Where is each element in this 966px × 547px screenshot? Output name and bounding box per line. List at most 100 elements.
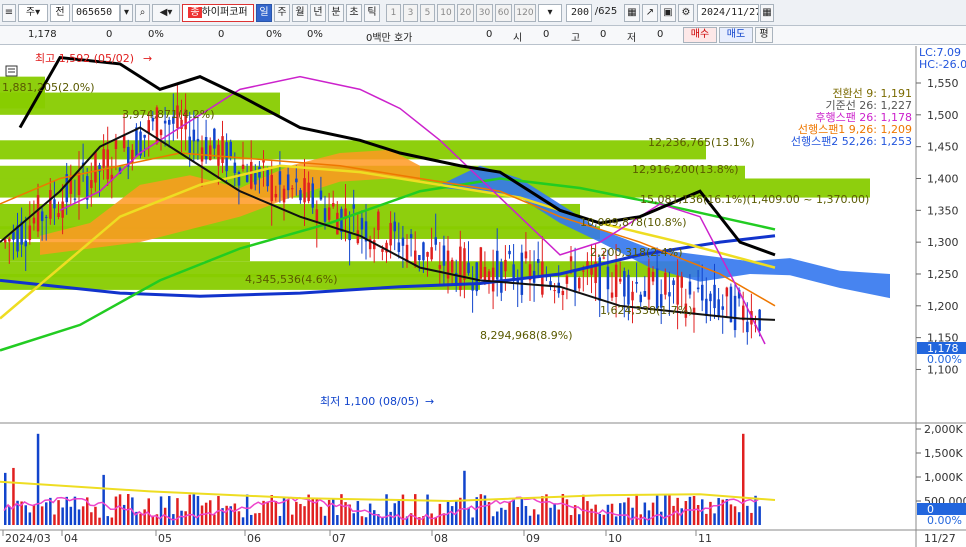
candle-body <box>73 198 77 200</box>
tab-tick[interactable]: 틱 <box>364 4 380 22</box>
candle-body <box>524 251 528 259</box>
quote-value: 0 <box>486 29 493 40</box>
stock-code-input[interactable]: 065650 <box>72 4 120 22</box>
candle-body <box>500 262 503 293</box>
volume-profile-label: 15,081,136(16.1%)(1,409.00 ~ 1,370.00) <box>640 193 869 206</box>
price-chart[interactable]: 12,236,765(13.1%) 12,916,200(13.8%) 15,081… <box>0 46 966 547</box>
volume-bar <box>746 505 749 525</box>
chart-settings-icon[interactable] <box>5 65 18 77</box>
turnover-pct: 0% <box>307 29 323 40</box>
candle-body <box>627 274 630 305</box>
volume-bar <box>619 503 622 525</box>
candle-body <box>504 259 507 272</box>
tab-month[interactable]: 월 <box>292 4 308 22</box>
volume-profile-label: 8,294,968(8.9%) <box>480 329 573 342</box>
candle-body <box>360 217 364 230</box>
count-input[interactable]: 200 <box>566 4 592 22</box>
candle-body <box>397 242 401 252</box>
speaker-icon[interactable]: ◀▾ <box>152 4 180 22</box>
volume-bar <box>360 516 364 525</box>
period-button[interactable]: 20 <box>457 4 474 22</box>
tab-second[interactable]: 초 <box>346 4 362 22</box>
volume-bar <box>655 495 659 525</box>
volume-bar <box>286 499 290 525</box>
candle-body <box>409 234 413 239</box>
candle-body <box>209 145 212 161</box>
volume-bar <box>352 513 355 525</box>
volume-bar <box>159 496 163 525</box>
settings-icon[interactable]: ⚙ <box>678 4 694 22</box>
candle-body <box>733 295 737 331</box>
volume-bar <box>266 502 269 525</box>
volume-bar <box>98 517 101 525</box>
period-button[interactable]: 120 <box>514 4 536 22</box>
candle-body <box>709 293 712 302</box>
candle-body <box>553 290 556 292</box>
low-label: 저 <box>627 33 637 44</box>
buy-button[interactable]: 매수 <box>683 27 717 43</box>
volume-bar <box>459 497 462 525</box>
volume-axis: 2,000K1,500K1,000K500,000 <box>916 423 966 508</box>
x-axis-label: 11 <box>698 532 712 545</box>
volume-bar <box>36 433 40 525</box>
tab-day[interactable]: 일 <box>256 4 272 22</box>
candle-body <box>254 173 257 185</box>
save-icon[interactable]: ▣ <box>660 4 676 22</box>
candle-body <box>241 164 245 169</box>
period-button[interactable]: 10 <box>437 4 455 22</box>
trendline-icon[interactable]: ↗ <box>642 4 658 22</box>
volume-bar <box>245 494 249 525</box>
period-custom-input[interactable]: ▾ <box>538 4 562 22</box>
period-button[interactable]: 5 <box>420 4 435 22</box>
candle-body <box>569 256 573 262</box>
tab-minute[interactable]: 분 <box>328 4 344 22</box>
candle-body <box>541 261 544 295</box>
volume-bar <box>118 494 122 525</box>
candle-body <box>315 209 319 223</box>
candle-body <box>250 161 253 189</box>
stock-name[interactable]: 종 하이퍼코퍼 <box>182 4 254 22</box>
candle-body <box>508 250 511 255</box>
period-button[interactable]: 30 <box>476 4 493 22</box>
candle-body <box>438 265 442 269</box>
candle-body <box>32 217 36 224</box>
prev-select[interactable]: 전 <box>50 4 70 22</box>
candle-body <box>24 240 27 247</box>
candle-body <box>270 174 273 202</box>
indicator-icon[interactable]: ▦ <box>624 4 640 22</box>
period-button[interactable]: 60 <box>495 4 512 22</box>
average-button[interactable]: 평 <box>755 27 773 43</box>
price-axis: 1,550 1,500 1,450 1,400 1,350 1,300 1,250 1,200… <box>916 77 959 376</box>
volume-bar <box>520 498 524 525</box>
volume-bar <box>590 508 593 525</box>
candle-body <box>746 321 749 333</box>
volume-bar <box>24 505 27 525</box>
volume-bar <box>729 504 733 525</box>
volume-bar <box>701 499 704 525</box>
volume-bar <box>491 516 495 525</box>
sell-button[interactable]: 매도 <box>719 27 753 43</box>
calendar-icon[interactable]: ▦ <box>760 4 774 22</box>
code-dropdown-icon[interactable]: ▾ <box>120 4 133 22</box>
period-button[interactable]: 1 <box>386 4 401 22</box>
menu-icon[interactable]: ≡ <box>2 4 16 22</box>
candle-body <box>647 267 651 300</box>
volume-bar <box>725 499 729 525</box>
volume-bar <box>196 495 200 525</box>
tab-week[interactable]: 주 <box>274 4 290 22</box>
search-icon[interactable]: ⌕ <box>135 4 150 22</box>
high-value: 0 <box>600 29 607 40</box>
volume-bar <box>512 498 515 525</box>
volume-bar <box>635 493 638 525</box>
candle-body <box>463 248 466 280</box>
volume-profile-label: 12,236,765(13.1%) <box>648 136 755 149</box>
volume-bar <box>500 507 503 525</box>
svg-text:→: → <box>425 395 434 408</box>
date-input[interactable]: 2024/11/27 <box>697 4 759 22</box>
period-select[interactable]: 주▾ <box>18 4 48 22</box>
candle-body <box>725 287 729 297</box>
candle-body <box>122 135 126 149</box>
tab-year[interactable]: 년 <box>310 4 326 22</box>
price-tick-label: 1,450 <box>927 141 959 154</box>
period-button[interactable]: 3 <box>403 4 418 22</box>
